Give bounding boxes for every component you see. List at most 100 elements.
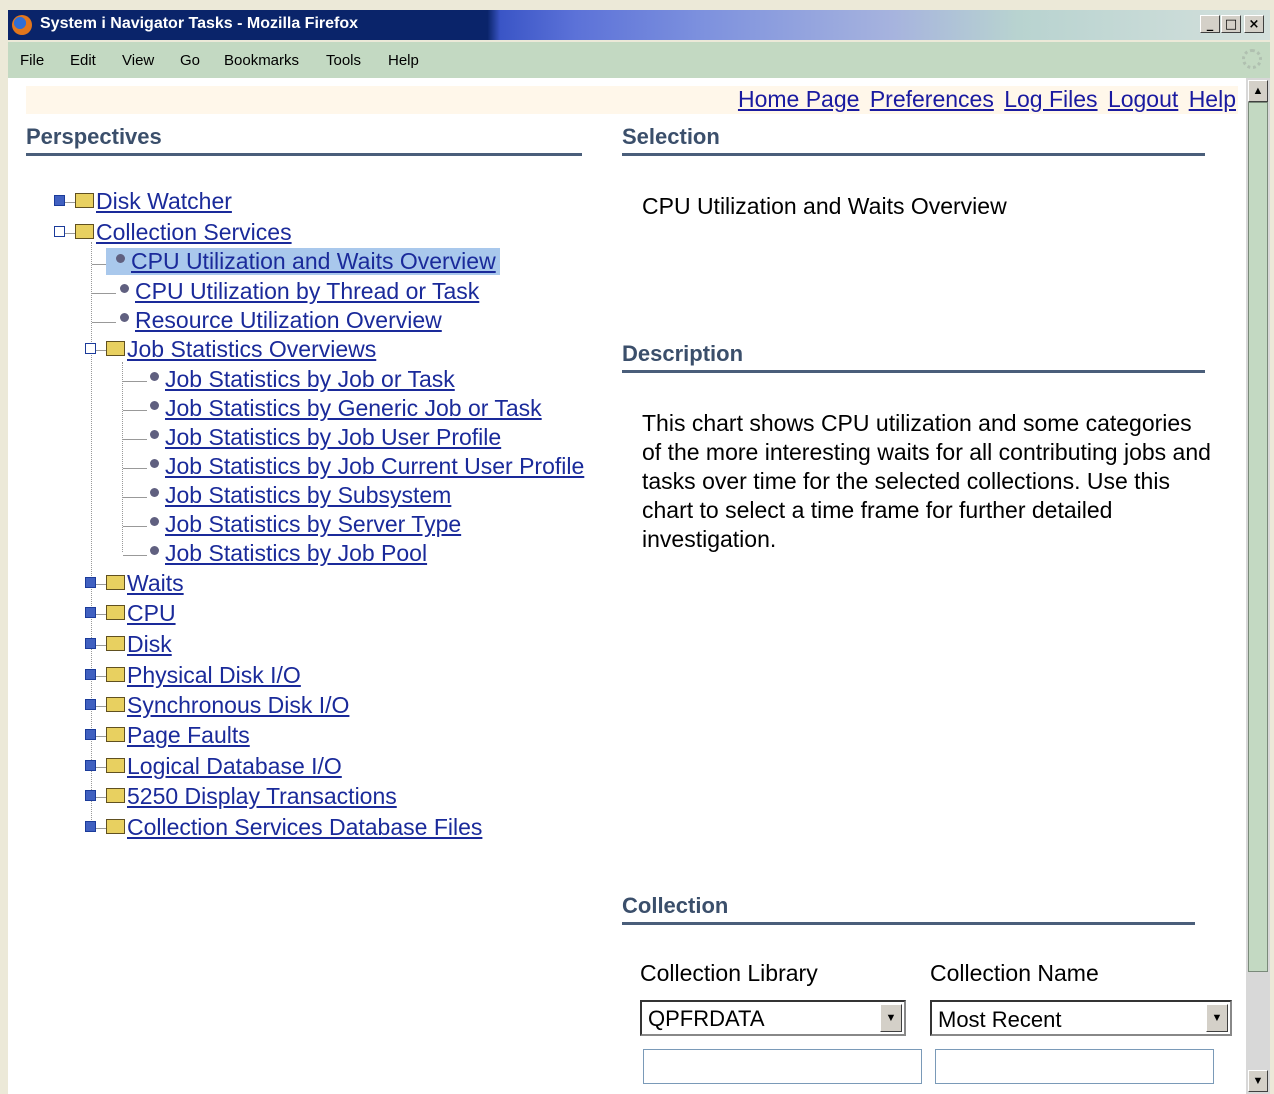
tree-folder-disk-watcher[interactable]: Disk Watcher [54,188,232,215]
maximize-button[interactable]: □ [1221,15,1241,33]
tree-folder[interactable]: Collection Services Database Files [85,814,482,841]
menu-help[interactable]: Help [388,52,419,69]
expand-icon[interactable] [85,638,96,650]
description-line: This chart shows CPU utilization and som… [642,410,1192,436]
tree-item-link[interactable]: Job Statistics by Job Current User Profi… [165,453,584,479]
tree-folder[interactable]: Physical Disk I/O [85,662,301,689]
folder-icon [106,575,125,591]
tree-item-job-stat[interactable]: Job Statistics by Job User Profile [150,424,501,451]
minimize-button[interactable]: _ [1200,15,1220,33]
tree-item-link[interactable]: Resource Utilization Overview [135,307,442,333]
home-page-link[interactable]: Home Page [738,86,859,112]
perspectives-heading: Perspectives [26,124,162,149]
scroll-up-icon[interactable]: ▲ [1248,80,1268,102]
bullet-icon [150,401,159,411]
expand-icon[interactable] [54,195,65,207]
dropdown-arrow-icon[interactable]: ▼ [1206,1004,1228,1032]
description-text: This chart shows CPU utilization and som… [642,409,1211,554]
bullet-icon [150,372,159,382]
tree-folder[interactable]: Disk [85,631,172,658]
collection-rule [622,922,1195,925]
tree-item-link[interactable]: Job Statistics by Job User Profile [165,424,501,450]
tree-line [122,362,124,552]
tree-item-job-stat[interactable]: Job Statistics by Job Pool [150,540,427,567]
menu-tools[interactable]: Tools [326,52,361,69]
expand-icon[interactable] [85,669,96,681]
tree-item-link[interactable]: CPU Utilization by Thread or Task [135,278,479,304]
expand-icon[interactable] [85,577,96,589]
folder-link[interactable]: Logical Database I/O [127,753,342,779]
tree-folder-job-statistics[interactable]: Job Statistics Overviews [85,336,376,363]
menu-edit[interactable]: Edit [70,52,96,69]
log-files-link[interactable]: Log Files [1004,86,1097,112]
scroll-down-icon[interactable]: ▼ [1248,1070,1268,1092]
tree-item-link[interactable]: CPU Utilization and Waits Overview [131,248,496,274]
tree-folder-collection-services[interactable]: Collection Services [54,219,292,246]
menu-go[interactable]: Go [180,52,200,69]
tree-folder[interactable]: Waits [85,570,184,597]
tree-item-link[interactable]: Job Statistics by Server Type [165,511,461,537]
collapse-icon[interactable] [85,343,96,355]
collection-services-link[interactable]: Collection Services [96,219,292,245]
window-title-bar[interactable]: System i Navigator Tasks - Mozilla Firef… [8,10,1270,40]
tree-item-link[interactable]: Job Statistics by Generic Job or Task [165,395,542,421]
tree-line [123,410,147,412]
collection-library-input[interactable] [643,1049,922,1084]
collection-library-select[interactable]: QPFRDATA ▼ [640,1000,906,1036]
perspectives-rule [26,153,582,156]
tree-item-job-stat[interactable]: Job Statistics by Subsystem [150,482,451,509]
expand-icon[interactable] [85,699,96,711]
folder-icon [106,788,125,804]
menu-bookmarks[interactable]: Bookmarks [224,52,299,69]
tree-item-link[interactable]: Job Statistics by Job or Task [165,366,455,392]
bullet-icon [150,546,159,556]
bullet-icon [120,284,129,294]
folder-link[interactable]: CPU [127,600,176,626]
vertical-scrollbar[interactable]: ▲ ▼ [1246,78,1270,1094]
menu-file[interactable]: File [20,52,44,69]
folder-link[interactable]: Synchronous Disk I/O [127,692,349,718]
folder-link[interactable]: Page Faults [127,722,250,748]
tree-item-job-stat[interactable]: Job Statistics by Generic Job or Task [150,395,542,422]
collection-library-value: QPFRDATA [648,1006,765,1031]
help-link[interactable]: Help [1189,86,1236,112]
folder-link[interactable]: Physical Disk I/O [127,662,301,688]
tree-item-resource-utilization[interactable]: Resource Utilization Overview [120,307,442,334]
collection-name-label: Collection Name [930,960,1099,986]
tree-folder[interactable]: CPU [85,600,176,627]
tree-folder[interactable]: 5250 Display Transactions [85,783,397,810]
tree-line [123,439,147,441]
expand-icon[interactable] [85,821,96,833]
tree-item-job-stat[interactable]: Job Statistics by Server Type [150,511,461,538]
tree-item-link[interactable]: Job Statistics by Subsystem [165,482,451,508]
expand-icon[interactable] [85,760,96,772]
expand-icon[interactable] [85,729,96,741]
collapse-icon[interactable] [54,226,65,238]
dropdown-arrow-icon[interactable]: ▼ [880,1004,902,1032]
scrollbar-thumb[interactable] [1248,102,1268,972]
description-line: of the more interesting waits for all co… [642,439,1211,465]
disk-watcher-link[interactable]: Disk Watcher [96,188,232,214]
tree-folder[interactable]: Synchronous Disk I/O [85,692,349,719]
tree-folder[interactable]: Logical Database I/O [85,753,342,780]
close-button[interactable]: × [1244,15,1264,33]
job-statistics-overviews-link[interactable]: Job Statistics Overviews [127,336,376,362]
tree-item-link[interactable]: Job Statistics by Job Pool [165,540,427,566]
folder-link[interactable]: Waits [127,570,184,596]
collection-name-select[interactable]: Most Recent ▼ [930,1000,1232,1036]
tree-line [123,497,147,499]
tree-item-cpu-thread-task[interactable]: CPU Utilization by Thread or Task [120,278,479,305]
expand-icon[interactable] [85,607,96,619]
preferences-link[interactable]: Preferences [870,86,994,112]
folder-link[interactable]: 5250 Display Transactions [127,783,397,809]
tree-item-cpu-waits-overview[interactable]: CPU Utilization and Waits Overview [106,248,500,275]
tree-item-job-stat[interactable]: Job Statistics by Job Current User Profi… [150,453,584,480]
tree-folder[interactable]: Page Faults [85,722,250,749]
tree-item-job-stat[interactable]: Job Statistics by Job or Task [150,366,455,393]
folder-link[interactable]: Disk [127,631,172,657]
logout-link[interactable]: Logout [1108,86,1178,112]
menu-view[interactable]: View [122,52,154,69]
folder-link[interactable]: Collection Services Database Files [127,814,482,840]
collection-name-input[interactable] [935,1049,1214,1084]
expand-icon[interactable] [85,790,96,802]
